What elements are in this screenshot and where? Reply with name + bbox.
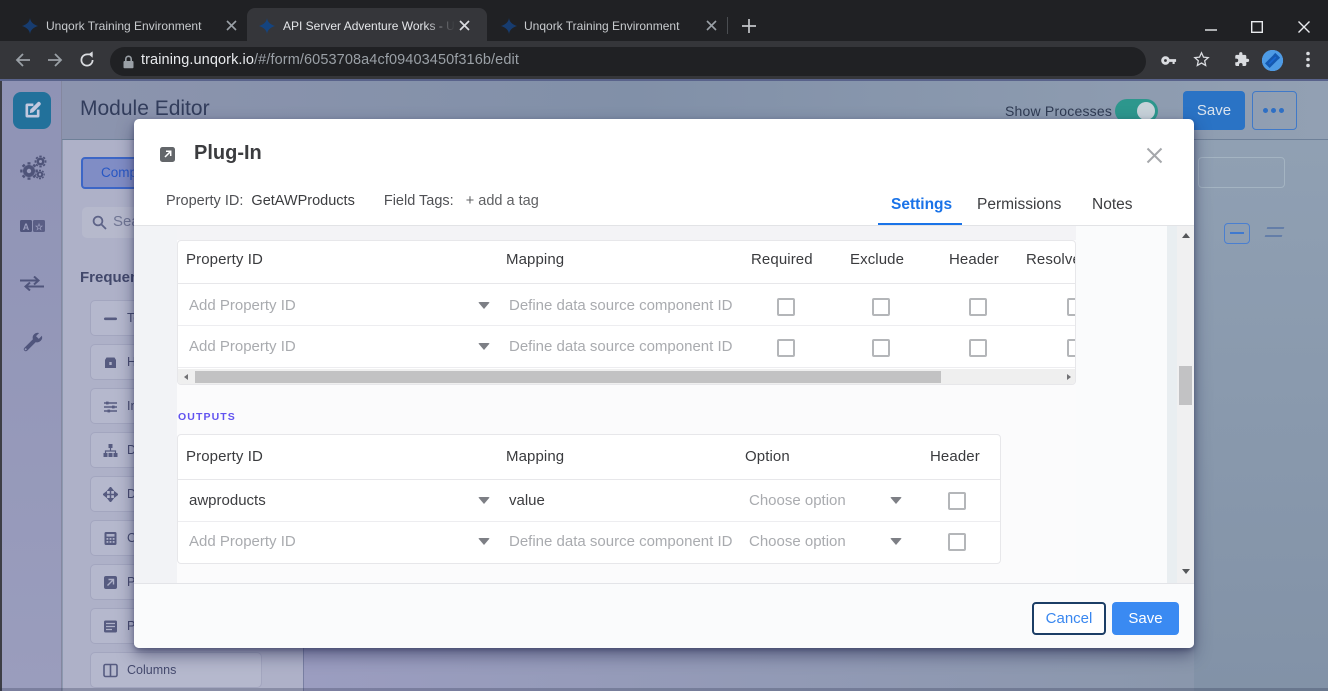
svg-text:☆: ☆	[35, 222, 44, 232]
svg-text:A: A	[23, 222, 30, 232]
